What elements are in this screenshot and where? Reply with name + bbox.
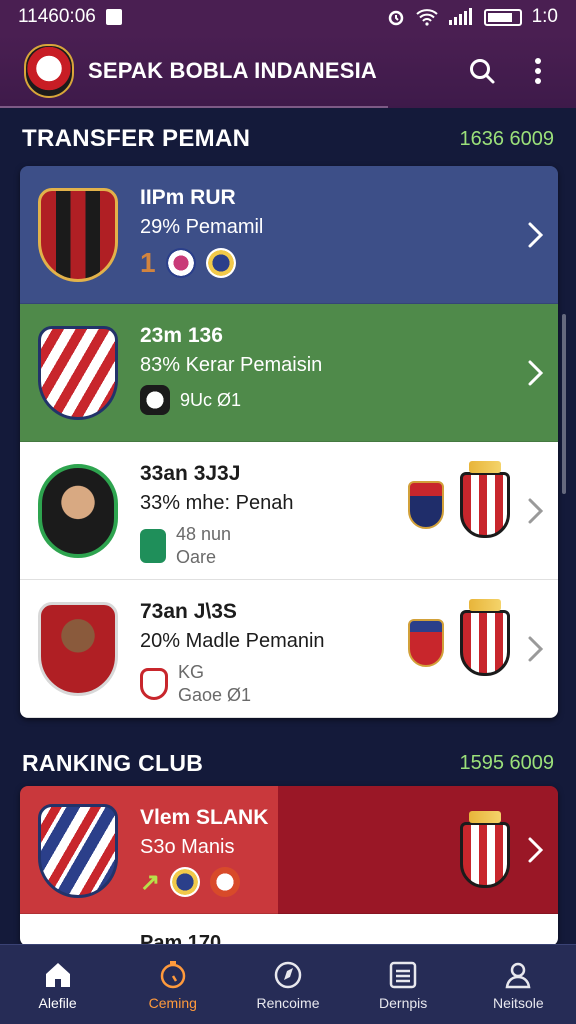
status-bar: 11460:06 1:0 [0,0,576,34]
club-shield-icon [408,619,444,667]
club-badge-icon [170,867,201,897]
chevron-right-icon[interactable] [526,835,546,865]
trend-up-icon: ↗ [140,868,161,896]
app-title: SEPAK BOBLA INDANESIA [88,58,377,83]
transfer-player-extra: Oare [176,547,217,568]
club-shield-icon [460,599,510,676]
more-vert-icon [535,58,541,84]
nav-label: Neitsole [493,994,544,1011]
app-bar: SEPAK BOBLA INDANESIA [0,34,576,108]
transfer-item[interactable]: 73an J\3S 20% Madle Pemanin KG Gaoe Ø1 [20,580,558,718]
timer-icon [160,960,186,988]
player-crest-icon [38,464,118,558]
bottom-navigation: Alefile Ceming Rencoime Dernpis Neitsole [0,944,576,1024]
club-badge-icon [165,248,196,278]
club-badge-icon [140,668,168,701]
app-logo [24,44,74,98]
ranking-club-detail: S3o Manis [140,836,235,858]
nav-item-ceming[interactable]: Ceming [123,959,223,1011]
search-icon [470,59,495,84]
chevron-right-icon[interactable] [526,358,546,388]
transfer-section-title: TRANSFER PEMAN [22,125,251,152]
club-shield-icon [460,811,510,888]
chevron-right-icon[interactable] [526,496,546,526]
chevron-right-icon[interactable] [526,634,546,664]
chevron-right-icon[interactable] [526,220,546,250]
compass-icon [274,961,302,988]
ranking-section-header: RANKING CLUB 1595 6009 [0,738,576,788]
club-badge-icon [140,529,166,564]
club-shield-icon [408,481,444,529]
club-crest-icon [38,326,118,420]
transfer-player-extra: Gaoe Ø1 [178,685,252,706]
transfer-player-detail: 29% Pemamil [140,216,264,238]
transfer-player-name: 23m 136 [140,324,223,347]
transfer-player-name: 33an 3J3J [140,462,241,485]
nav-label: Rencoime [256,994,320,1011]
status-time: 11460:06 [18,6,96,27]
profile-icon [505,962,531,988]
transfer-player-detail: 20% Madle Pemanin [140,630,325,652]
battery-icon [483,8,522,26]
club-shield-icon [460,461,510,538]
signal-icon [448,8,472,25]
ranking-club-name: Vlem SLANK [140,806,269,829]
club-crest-icon [38,804,118,898]
scrollbar[interactable] [562,314,566,494]
transfer-list: IIPm RUR 29% Pemamil 1 23m 136 83% Kerar… [20,166,558,718]
nav-item-neitsole[interactable]: Neitsole [468,959,568,1011]
nav-label: Dernpis [379,994,428,1011]
nav-label: Ceming [148,994,197,1011]
club-badge-icon [210,867,241,897]
nav-item-dernpis[interactable]: Dernpis [353,959,453,1011]
transfer-section-header: TRANSFER PEMAN 1636 6009 [0,114,576,164]
ranking-section-title: RANKING CLUB [22,749,204,776]
player-crest-icon [38,602,118,696]
wifi-icon [415,9,438,26]
transfer-player-extra: 48 nun [176,524,232,544]
transfer-player-name: 73an J\3S [140,600,237,623]
transfer-rank: 1 [140,247,156,278]
ranking-item[interactable]: Pam 170 [20,914,558,946]
club-badge-icon [205,248,236,278]
nav-item-rencoime[interactable]: Rencoime [238,959,338,1011]
search-button[interactable] [462,51,502,91]
transfer-player-detail: 83% Kerar Pemaisin [140,354,323,376]
transfer-item[interactable]: 23m 136 83% Kerar Pemaisin 9Uc Ø1 [20,304,558,442]
transfer-item[interactable]: IIPm RUR 29% Pemamil 1 [20,166,558,304]
more-options-button[interactable] [518,51,558,91]
transfer-player-detail: 33% mhe: Penah [140,492,294,514]
ranking-list: Vlem SLANK S3o Manis ↗ Pam 170 [20,786,558,946]
transfer-section-count: 1636 6009 [459,127,554,150]
nav-item-home[interactable]: Alefile [8,959,108,1011]
ranking-section-count: 1595 6009 [459,751,554,774]
nav-label: Alefile [38,994,77,1011]
notification-icon [105,9,122,25]
list-icon [389,961,417,988]
ranking-item[interactable]: Vlem SLANK S3o Manis ↗ [20,786,558,914]
football-icon [140,385,170,415]
alarm-icon [388,10,403,26]
player-crest-icon [38,188,118,282]
transfer-player-extra: 9Uc Ø1 [180,389,242,410]
transfer-item[interactable]: 33an 3J3J 33% mhe: Penah 48 nun Oare [20,442,558,580]
transfer-player-name: IIPm RUR [140,186,236,209]
home-icon [45,962,70,987]
transfer-player-extra: KG [178,662,205,682]
battery-level: 1:0 [531,6,558,27]
